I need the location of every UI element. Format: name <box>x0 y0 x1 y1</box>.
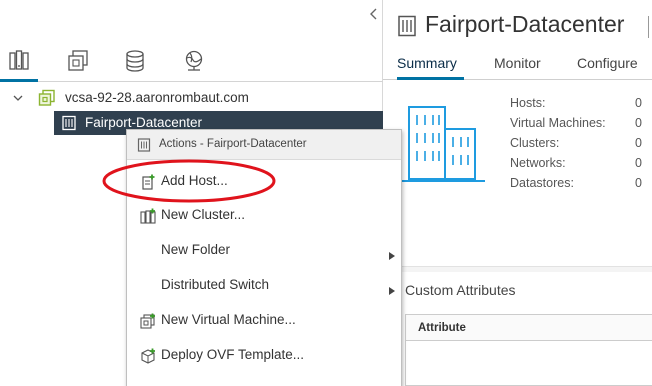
object-header <box>397 10 417 42</box>
menu-item-new-cluster[interactable]: New Cluster... <box>127 199 401 233</box>
stat-value: 0 <box>635 176 642 190</box>
page-title: Fairport-Datacenter <box>425 11 625 37</box>
section-divider <box>383 266 652 272</box>
stat-label: Networks: <box>510 156 566 170</box>
menu-item-label: Deploy OVF Template... <box>161 347 305 362</box>
chevron-left-icon <box>370 8 377 20</box>
context-menu-header: Actions - Fairport-Datacenter <box>127 130 401 160</box>
navigator-tabs <box>0 44 383 82</box>
stat-value: 0 <box>635 156 642 170</box>
datacenter-icon <box>61 115 77 134</box>
stat-label: Virtual Machines: <box>510 116 606 130</box>
menu-item-new-folder[interactable]: New Folder <box>127 234 401 268</box>
tab-configure[interactable]: Configure <box>577 55 638 71</box>
tree-item-vcenter[interactable]: vcsa-92-28.aaronrombaut.com <box>0 86 383 110</box>
new-cluster-icon <box>140 208 156 224</box>
menu-item-new-virtual-machine[interactable]: New Virtual Machine... <box>127 304 401 338</box>
menu-item-distributed-switch[interactable]: Distributed Switch <box>127 269 401 303</box>
summary-stats: Hosts: 0 Virtual Machines: 0 Clusters: 0… <box>510 93 642 193</box>
stat-virtual-machines: Virtual Machines: 0 <box>510 113 642 133</box>
vcenter-icon <box>38 89 56 110</box>
menu-item-label: Add Host... <box>161 173 228 188</box>
stat-networks: Networks: 0 <box>510 153 642 173</box>
stat-label: Hosts: <box>510 96 546 110</box>
tree-item-label: vcsa-92-28.aaronrombaut.com <box>65 90 249 105</box>
menu-item-label: Distributed Switch <box>161 277 270 292</box>
tab-networking[interactable] <box>181 48 207 74</box>
stat-datastores: Datastores: 0 <box>510 173 642 193</box>
vms-and-templates-icon <box>68 50 88 71</box>
custom-attributes-title: Custom Attributes <box>405 282 516 298</box>
stat-value: 0 <box>635 116 642 130</box>
stat-hosts: Hosts: 0 <box>510 93 642 113</box>
menu-item-label: New Virtual Machine... <box>161 312 296 327</box>
menu-item-label: New Cluster... <box>161 207 246 222</box>
storage-icon <box>126 50 144 72</box>
tab-vms-and-templates[interactable] <box>65 48 91 74</box>
stat-clusters: Clusters: 0 <box>510 133 642 153</box>
object-tabs: Summary Monitor Configure <box>383 50 652 80</box>
deploy-ovf-icon <box>140 348 156 364</box>
menu-item-label: New Folder <box>161 242 231 257</box>
add-host-icon <box>140 174 156 190</box>
hosts-and-clusters-icon <box>9 50 29 70</box>
menu-item-deploy-ovf-template[interactable]: Deploy OVF Template... <box>127 339 401 373</box>
tree-item-label: Fairport-Datacenter <box>85 115 203 130</box>
submenu-arrow-icon <box>389 247 395 265</box>
header-divider <box>648 16 649 38</box>
datacenter-icon <box>398 15 416 37</box>
datacenter-icon <box>137 138 151 157</box>
tab-hosts-and-clusters[interactable] <box>0 48 38 82</box>
new-vm-icon <box>140 313 156 329</box>
tab-monitor[interactable]: Monitor <box>494 55 541 71</box>
datacenter-illustration <box>401 106 485 182</box>
context-menu-title: Actions - Fairport-Datacenter <box>159 138 307 150</box>
networking-icon <box>185 50 203 71</box>
actions-context-menu: Actions - Fairport-Datacenter Add Host..… <box>126 129 402 386</box>
object-view: Fairport-Datacenter Summary Monitor Conf… <box>383 0 652 386</box>
submenu-arrow-icon <box>389 282 395 300</box>
custom-attributes-table: Attribute <box>405 314 652 386</box>
stat-label: Clusters: <box>510 136 560 150</box>
tab-summary[interactable]: Summary <box>397 55 457 71</box>
summary-panel: Hosts: 0 Virtual Machines: 0 Clusters: 0… <box>383 81 652 266</box>
tab-storage[interactable] <box>122 48 148 74</box>
menu-item-add-host[interactable]: Add Host... <box>127 165 401 199</box>
stat-value: 0 <box>635 136 642 150</box>
stat-label: Datastores: <box>510 176 574 190</box>
stat-value: 0 <box>635 96 642 110</box>
active-tab-indicator <box>397 77 464 80</box>
collapse-navigator-button[interactable] <box>366 4 380 24</box>
column-header-attribute[interactable]: Attribute <box>406 315 652 341</box>
chevron-down-icon[interactable] <box>12 92 24 104</box>
